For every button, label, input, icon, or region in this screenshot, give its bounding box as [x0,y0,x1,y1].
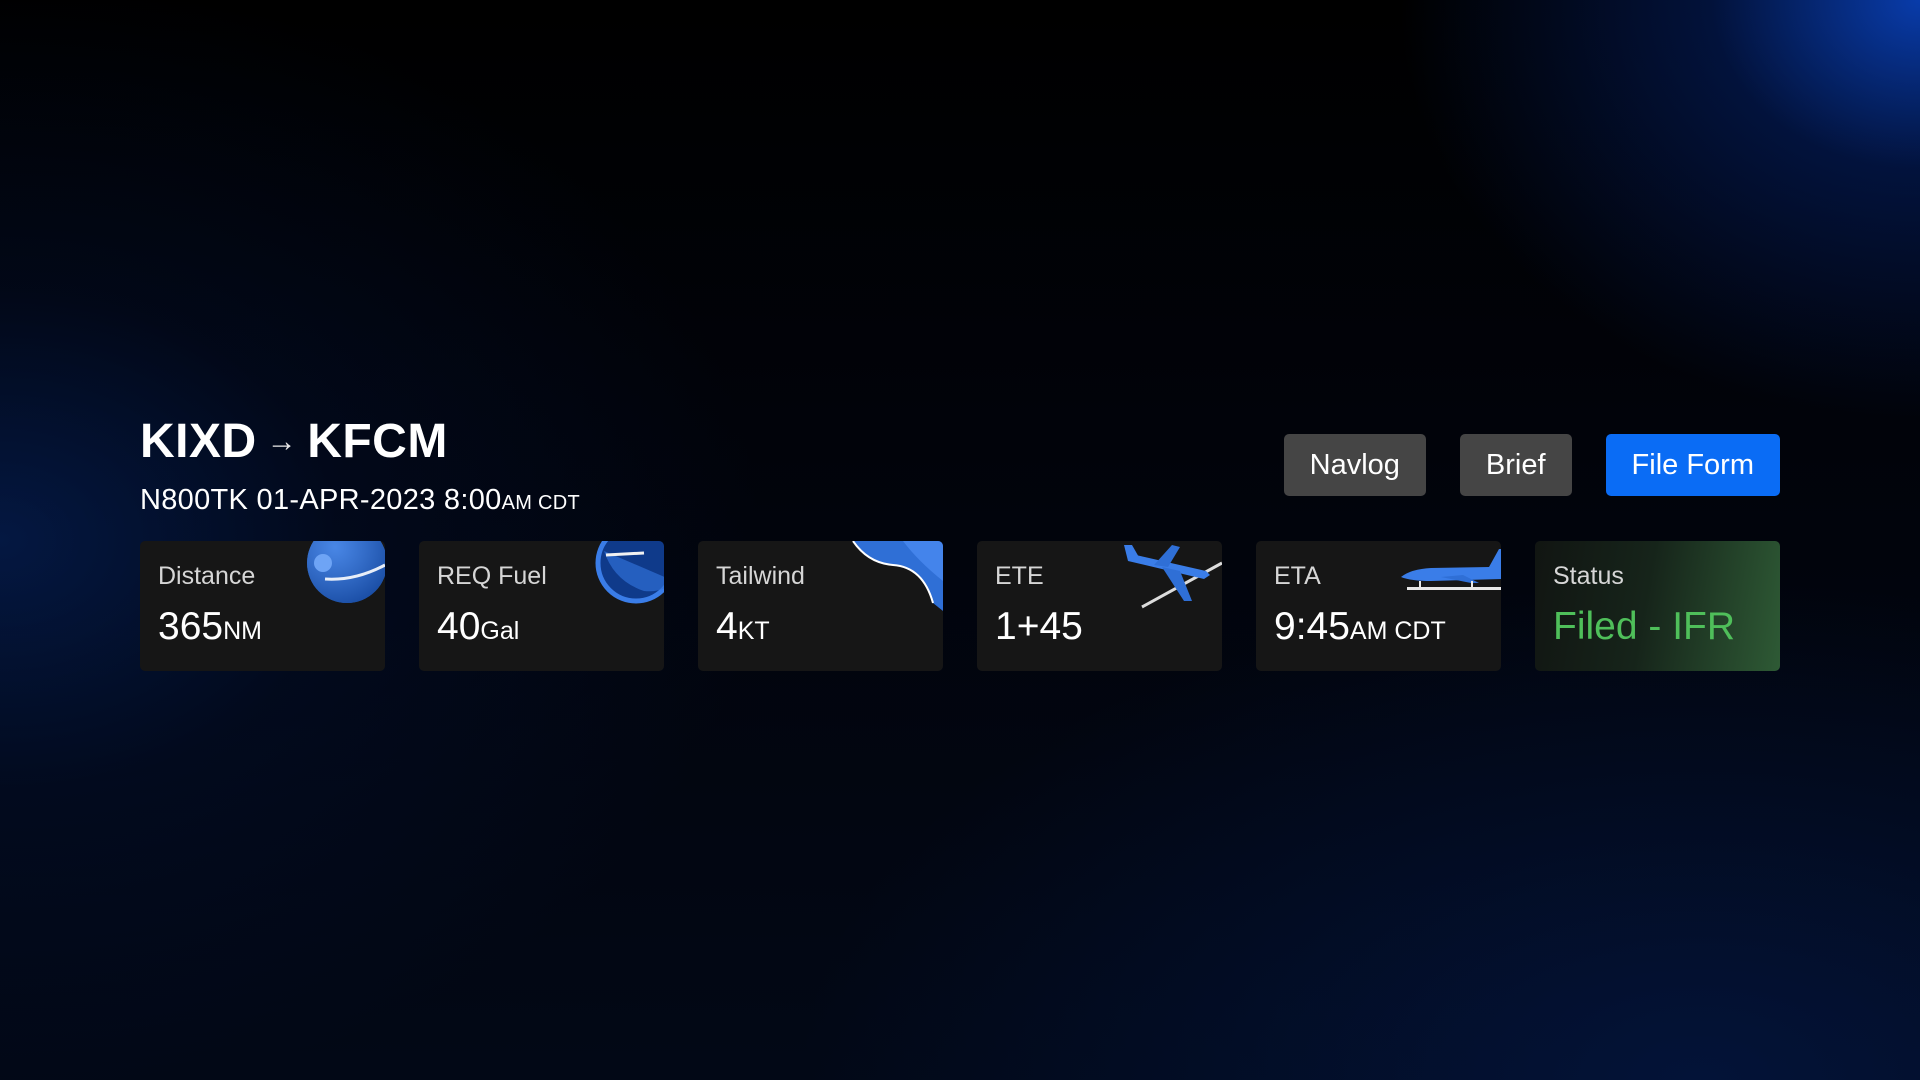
req-fuel-label: REQ Fuel [437,562,547,590]
action-buttons: Navlog Brief File Form [1283,434,1780,496]
distance-number: 365 [158,605,224,648]
distance-card: Distance 365NM [140,541,385,671]
req-fuel-value: 40Gal [437,605,646,653]
eta-label: ETA [1274,562,1321,590]
req-fuel-card: REQ Fuel 40Gal [419,541,664,671]
req-fuel-number: 40 [437,605,481,648]
departure-time-suffix: AM CDT [501,492,581,514]
eta-card: ETA 9:45AM CDT [1256,541,1501,671]
tailwind-unit: KT [737,617,770,645]
status-value: Filed - IFR [1553,605,1736,648]
navlog-button[interactable]: Navlog [1283,434,1426,496]
ete-card: ETE 1+45 [977,541,1222,671]
file-form-button[interactable]: File Form [1605,434,1780,496]
tailwind-label: Tailwind [716,562,805,590]
tailwind-number: 4 [716,605,738,648]
tailwind-value: 4KT [716,605,925,653]
eta-time: 9:45 [1274,605,1350,648]
destination-airport: KFCM [307,415,448,468]
route-arrow-icon: → [266,425,298,458]
brief-button[interactable]: Brief [1459,434,1572,496]
distance-value: 365NM [158,605,367,653]
flight-subtitle: N800TK 01-APR-2023 8:00AM CDT [140,482,580,521]
origin-airport: KIXD [140,415,257,468]
flight-summary-screen: KIXD → KFCM N800TK 01-APR-2023 8:00AM CD… [0,0,1920,1080]
status-label: Status [1553,562,1624,590]
req-fuel-unit: Gal [480,617,520,645]
route-title: KIXD → KFCM [140,412,580,472]
eta-value: 9:45AM CDT [1274,605,1483,653]
distance-label: Distance [158,562,256,590]
tail-and-departure: N800TK 01-APR-2023 8:00 [140,484,502,516]
ete-label: ETE [995,562,1044,590]
status-card: Status Filed - IFR [1535,541,1780,671]
ete-value: 1+45 [995,605,1083,648]
flight-stats-cards: Distance 365NM REQ Fuel 40Gal Tailwind 4… [140,541,1780,671]
eta-timezone: AM CDT [1349,617,1446,645]
flight-header: KIXD → KFCM N800TK 01-APR-2023 8:00AM CD… [140,412,580,521]
distance-unit: NM [223,617,262,645]
tailwind-card: Tailwind 4KT [698,541,943,671]
